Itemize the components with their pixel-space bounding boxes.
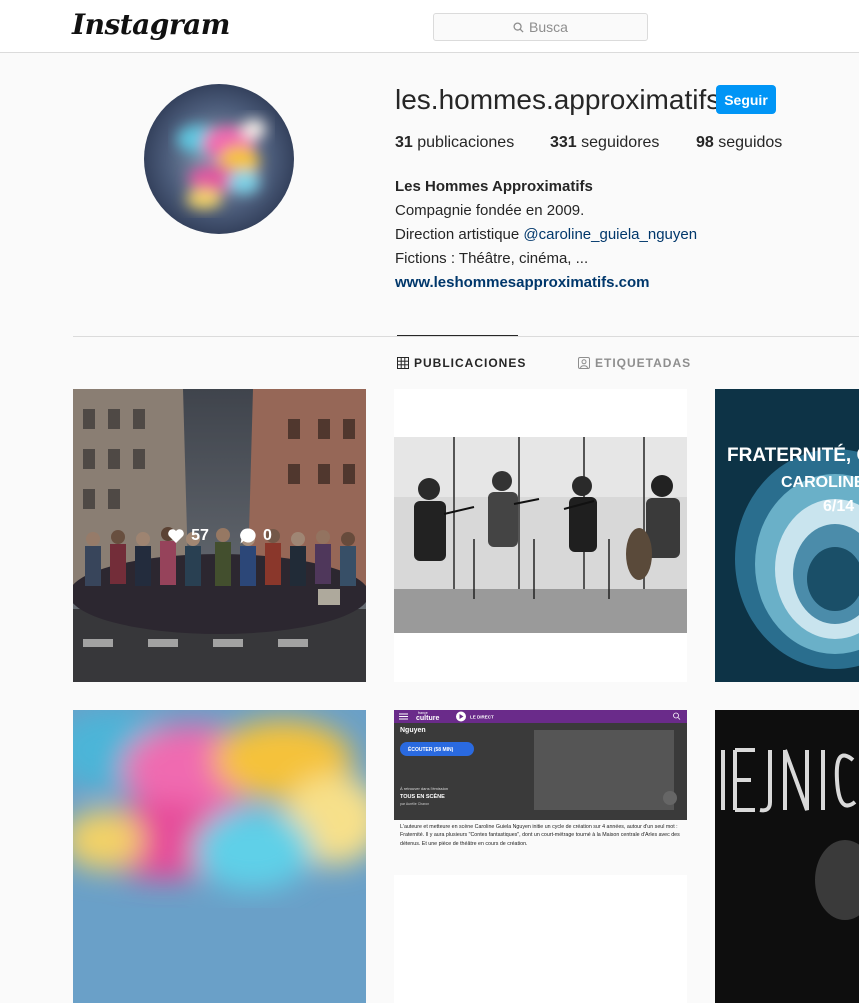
tab-publicaciones[interactable]: PUBLICACIONES: [397, 356, 526, 370]
post-fraternite-title: FRATERNITÉ, CO: [727, 444, 859, 466]
profile-avatar[interactable]: [144, 84, 294, 234]
posts-stat: 31 publicaciones: [395, 134, 514, 152]
top-navigation-bar: Instagram Busca: [0, 0, 859, 53]
post-radio-retrouver: À retrouver dans l'émission: [400, 786, 448, 791]
followers-stat[interactable]: 331 seguidores: [550, 134, 659, 152]
post-fraternite-sub-2: 6/14: [823, 498, 854, 515]
tab-etiquetadas-label: ETIQUETADAS: [595, 356, 692, 370]
follow-button[interactable]: Seguir: [716, 85, 776, 114]
followers-label: seguidores: [581, 134, 660, 151]
post-tile[interactable]: france culture LE DIRECT Nguyen ÉCOUTER …: [394, 710, 687, 1003]
following-label: seguidos: [718, 134, 783, 151]
search-placeholder: Busca: [529, 19, 568, 35]
profile-bio: Les Hommes Approximatifs Compagnie fondé…: [395, 175, 697, 295]
post-tile[interactable]: 57 0: [73, 389, 366, 682]
comments-stat: 0: [239, 527, 272, 545]
bio-line-2-prefix: Direction artistique: [395, 226, 524, 243]
post-radio-brand: culture: [416, 715, 439, 722]
post-tile[interactable]: [715, 710, 859, 1003]
profile-full-name: Les Hommes Approximatifs: [395, 178, 593, 195]
following-stat[interactable]: 98 seguidos: [696, 134, 782, 152]
post-radio-host: par Aurélie Charon: [400, 802, 429, 806]
bio-line-3: Fictions : Théâtre, cinéma, ...: [395, 250, 589, 267]
tabs-divider: [73, 336, 859, 337]
bio-line-1: Compagnie fondée en 2009.: [395, 202, 585, 219]
post-radio-live: LE DIRECT: [470, 715, 494, 720]
active-tab-indicator: [397, 335, 518, 336]
bio-mention-link[interactable]: @caroline_guiela_nguyen: [523, 226, 697, 243]
search-input[interactable]: Busca: [433, 13, 648, 41]
post-radio-description: L'auteure et metteure en scène Caroline …: [400, 824, 680, 847]
likes-count: 57: [191, 526, 209, 544]
likes-stat: 57: [167, 527, 209, 545]
post-tile[interactable]: [394, 389, 687, 682]
bio-line-2: Direction artistique @caroline_guiela_ng…: [395, 223, 697, 247]
post-tile[interactable]: [73, 710, 366, 1003]
grid-icon: [397, 357, 409, 369]
post-radio-name: Nguyen: [400, 727, 426, 734]
comment-icon: [240, 527, 256, 543]
post-hover-stats: 57 0: [73, 389, 366, 682]
tab-publicaciones-label: PUBLICACIONES: [414, 356, 527, 370]
tagged-user-icon: [578, 357, 590, 369]
comments-count: 0: [262, 526, 272, 544]
website-link[interactable]: www.leshommesapproximatifs.com: [395, 271, 697, 295]
posts-label: publicaciones: [417, 134, 515, 151]
followers-count: 331: [550, 134, 577, 151]
instagram-logo[interactable]: Instagram: [72, 8, 230, 41]
post-tile[interactable]: FRATERNITÉ, CO CAROLINE G 6/14: [715, 389, 859, 682]
following-count: 98: [696, 134, 714, 151]
post-radio-show: TOUS EN SCÈNE: [400, 792, 445, 800]
post-radio-listen: ÉCOUTER (58 MIN): [408, 745, 454, 753]
search-icon: [513, 21, 524, 33]
post-fraternite-sub-1: CAROLINE G: [781, 474, 859, 491]
heart-icon: [168, 528, 184, 543]
posts-count: 31: [395, 134, 413, 151]
profile-username: les.hommes.approximatifs: [395, 84, 721, 115]
tab-etiquetadas[interactable]: ETIQUETADAS: [578, 356, 691, 370]
